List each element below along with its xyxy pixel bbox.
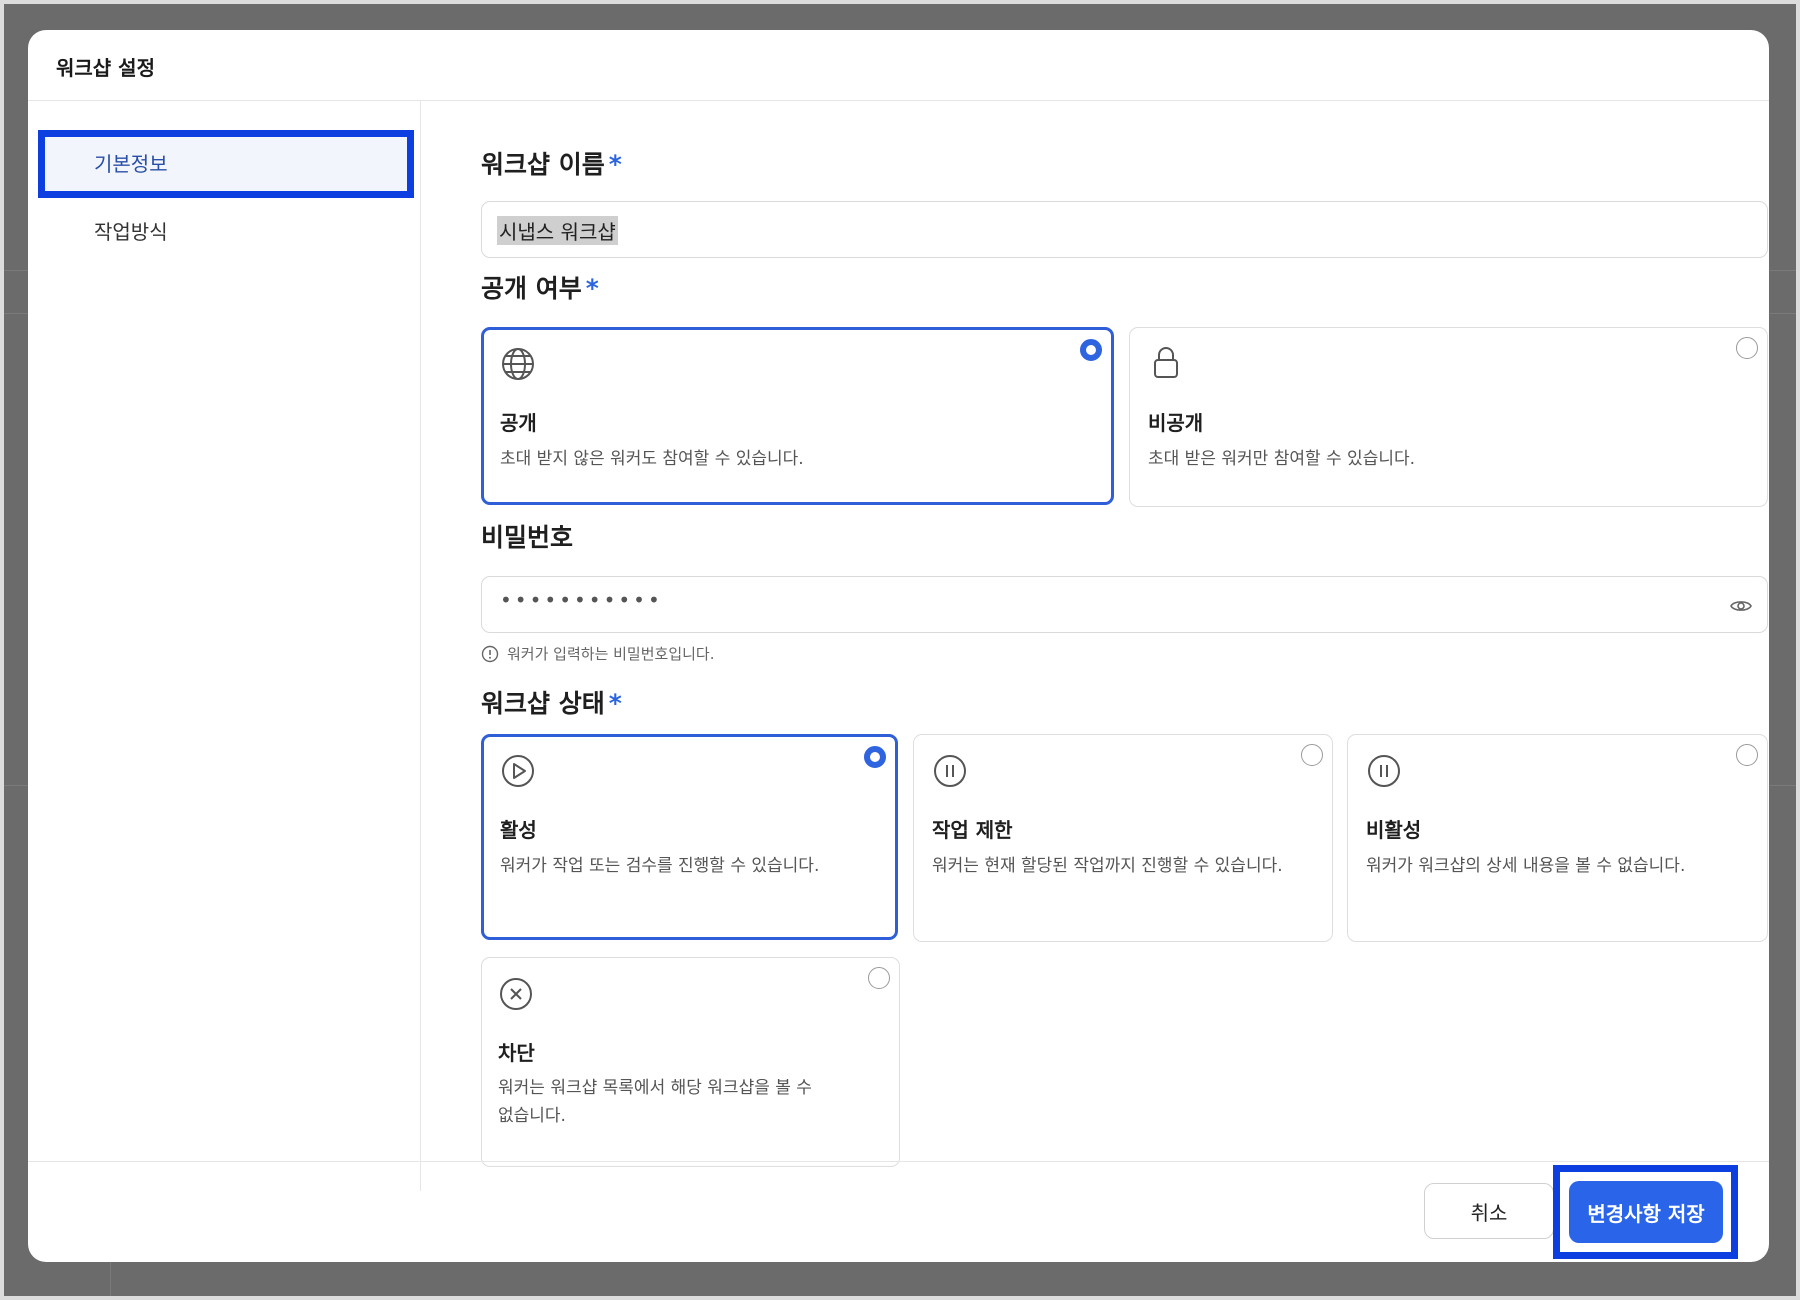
radio-active[interactable] bbox=[864, 746, 886, 768]
status-option-inactive[interactable]: 비활성 워커가 워크샵의 상세 내용을 볼 수 없습니다. bbox=[1347, 734, 1768, 942]
cancel-button[interactable]: 취소 bbox=[1424, 1183, 1554, 1239]
option-title: 공개 bbox=[500, 411, 537, 435]
option-desc-line: 없습니다. bbox=[498, 1106, 566, 1126]
save-button-highlight: 변경사항 저장 bbox=[1553, 1165, 1738, 1259]
option-desc: 초대 받지 않은 워커도 참여할 수 있습니다. bbox=[500, 449, 804, 469]
option-desc: 워커는 워크샵 목록에서 해당 워크샵을 볼 수 없습니다. bbox=[498, 1074, 812, 1130]
option-desc: 워커가 워크샵의 상세 내용을 볼 수 없습니다. bbox=[1366, 856, 1686, 876]
modal-title: 워크샵 설정 bbox=[56, 56, 155, 80]
status-label: 워크샵 상태 * bbox=[481, 684, 622, 720]
option-title: 활성 bbox=[500, 818, 537, 842]
workshop-name-value: 시냅스 워크샵 bbox=[497, 216, 618, 245]
radio-blocked[interactable] bbox=[868, 967, 890, 989]
visibility-label: 공개 여부 * bbox=[481, 269, 599, 305]
password-masked-value: ••••••••••• bbox=[500, 588, 663, 612]
option-desc-line: 워커는 워크샵 목록에서 해당 워크샵을 볼 수 bbox=[498, 1078, 812, 1098]
password-label: 비밀번호 bbox=[481, 523, 574, 552]
option-desc: 초대 받은 워커만 참여할 수 있습니다. bbox=[1148, 449, 1416, 469]
pause-circle-icon bbox=[934, 755, 966, 787]
x-circle-icon bbox=[500, 978, 532, 1010]
radio-inactive[interactable] bbox=[1736, 744, 1758, 766]
lock-icon bbox=[1154, 347, 1178, 378]
option-desc: 워커는 현재 할당된 작업까지 진행할 수 있습니다. bbox=[932, 856, 1283, 876]
modal-header: 워크샵 설정 bbox=[28, 30, 1769, 101]
option-title: 비공개 bbox=[1148, 411, 1204, 435]
sidebar-item-work-method[interactable]: 작업방식 bbox=[38, 198, 414, 266]
required-mark: * bbox=[608, 150, 622, 179]
status-option-restricted[interactable]: 작업 제한 워커는 현재 할당된 작업까지 진행할 수 있습니다. bbox=[913, 734, 1333, 942]
password-help: 워커가 입력하는 비밀번호입니다. bbox=[481, 643, 715, 664]
option-desc: 워커가 작업 또는 검수를 진행할 수 있습니다. bbox=[500, 856, 820, 876]
option-title: 작업 제한 bbox=[932, 818, 1013, 842]
radio-restricted[interactable] bbox=[1301, 744, 1323, 766]
settings-sidebar: 기본정보 작업방식 bbox=[28, 101, 421, 1191]
info-icon bbox=[481, 645, 499, 662]
workshop-name-label-text: 워크샵 이름 bbox=[481, 150, 605, 179]
status-label-text: 워크샵 상태 bbox=[481, 689, 605, 718]
workshop-settings-modal: 워크샵 설정 기본정보 작업방식 워크샵 이름 * 시냅스 워크샵 공개 여부 * … bbox=[28, 30, 1769, 1262]
status-option-blocked[interactable]: 차단 워커는 워크샵 목록에서 해당 워크샵을 볼 수 없습니다. bbox=[481, 957, 900, 1167]
password-help-text: 워커가 입력하는 비밀번호입니다. bbox=[507, 645, 715, 663]
option-title: 비활성 bbox=[1366, 818, 1422, 842]
play-circle-icon bbox=[502, 755, 534, 787]
save-changes-button[interactable]: 변경사항 저장 bbox=[1569, 1181, 1723, 1243]
eye-icon[interactable] bbox=[1729, 594, 1753, 618]
password-input[interactable]: ••••••••••• bbox=[481, 576, 1768, 633]
required-mark: * bbox=[585, 274, 599, 303]
radio-public[interactable] bbox=[1080, 339, 1102, 361]
status-option-active[interactable]: 활성 워커가 작업 또는 검수를 진행할 수 있습니다. bbox=[481, 734, 898, 940]
required-mark: * bbox=[608, 689, 622, 718]
settings-content: 워크샵 이름 * 시냅스 워크샵 공개 여부 * 공개 초대 받지 않은 워커도 참… bbox=[421, 101, 1769, 1191]
visibility-option-private[interactable]: 비공개 초대 받은 워커만 참여할 수 있습니다. bbox=[1129, 327, 1768, 507]
workshop-name-label: 워크샵 이름 * bbox=[481, 145, 622, 181]
option-title: 차단 bbox=[498, 1041, 535, 1065]
sidebar-item-basic-info[interactable]: 기본정보 bbox=[38, 130, 414, 198]
pause-circle-icon bbox=[1368, 755, 1400, 787]
radio-private[interactable] bbox=[1736, 337, 1758, 359]
visibility-option-public[interactable]: 공개 초대 받지 않은 워커도 참여할 수 있습니다. bbox=[481, 327, 1114, 505]
modal-footer: 취소 변경사항 저장 bbox=[28, 1161, 1769, 1262]
globe-icon bbox=[502, 348, 534, 380]
workshop-name-input[interactable]: 시냅스 워크샵 bbox=[481, 201, 1768, 258]
visibility-label-text: 공개 여부 bbox=[481, 274, 582, 303]
